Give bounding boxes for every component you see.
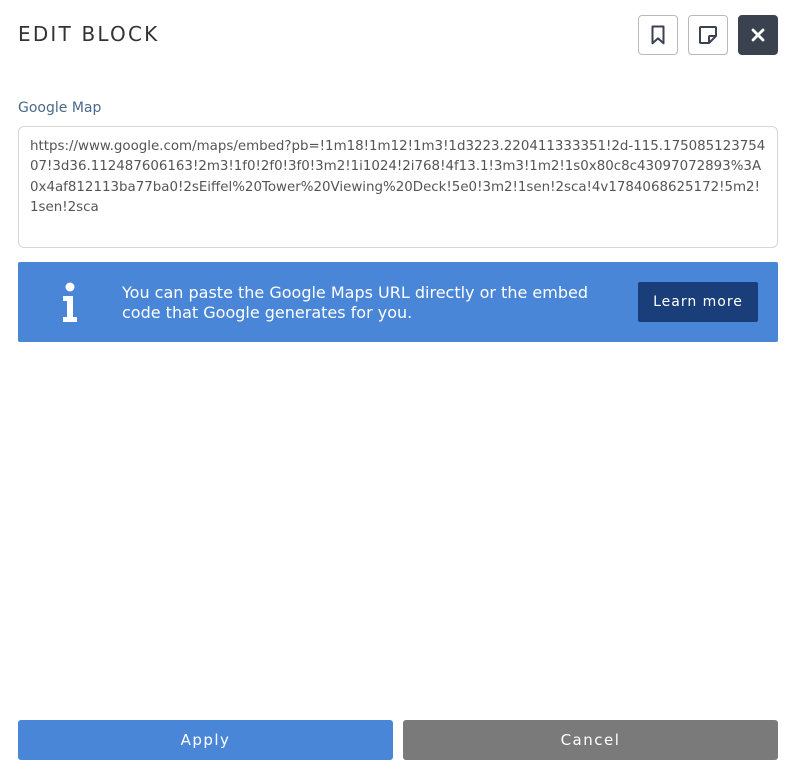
learn-more-button[interactable]: Learn more	[638, 282, 758, 322]
apply-button[interactable]: Apply	[18, 720, 393, 760]
info-banner: You can paste the Google Maps URL direct…	[18, 262, 778, 342]
bookmark-button[interactable]	[638, 15, 678, 55]
info-text: You can paste the Google Maps URL direct…	[122, 283, 588, 322]
note-icon	[698, 25, 718, 45]
modal-title: EDIT BLOCK	[18, 22, 160, 46]
info-icon	[60, 282, 80, 324]
note-button[interactable]	[688, 15, 728, 55]
google-map-url-input[interactable]: https://www.google.com/maps/embed?pb=!1m…	[18, 126, 778, 248]
cancel-button[interactable]: Cancel	[403, 720, 778, 760]
bookmark-icon	[651, 25, 665, 45]
close-button[interactable]	[738, 15, 778, 55]
modal-header: EDIT BLOCK	[0, 0, 797, 70]
google-map-label: Google Map	[18, 100, 102, 116]
close-icon	[751, 28, 765, 42]
